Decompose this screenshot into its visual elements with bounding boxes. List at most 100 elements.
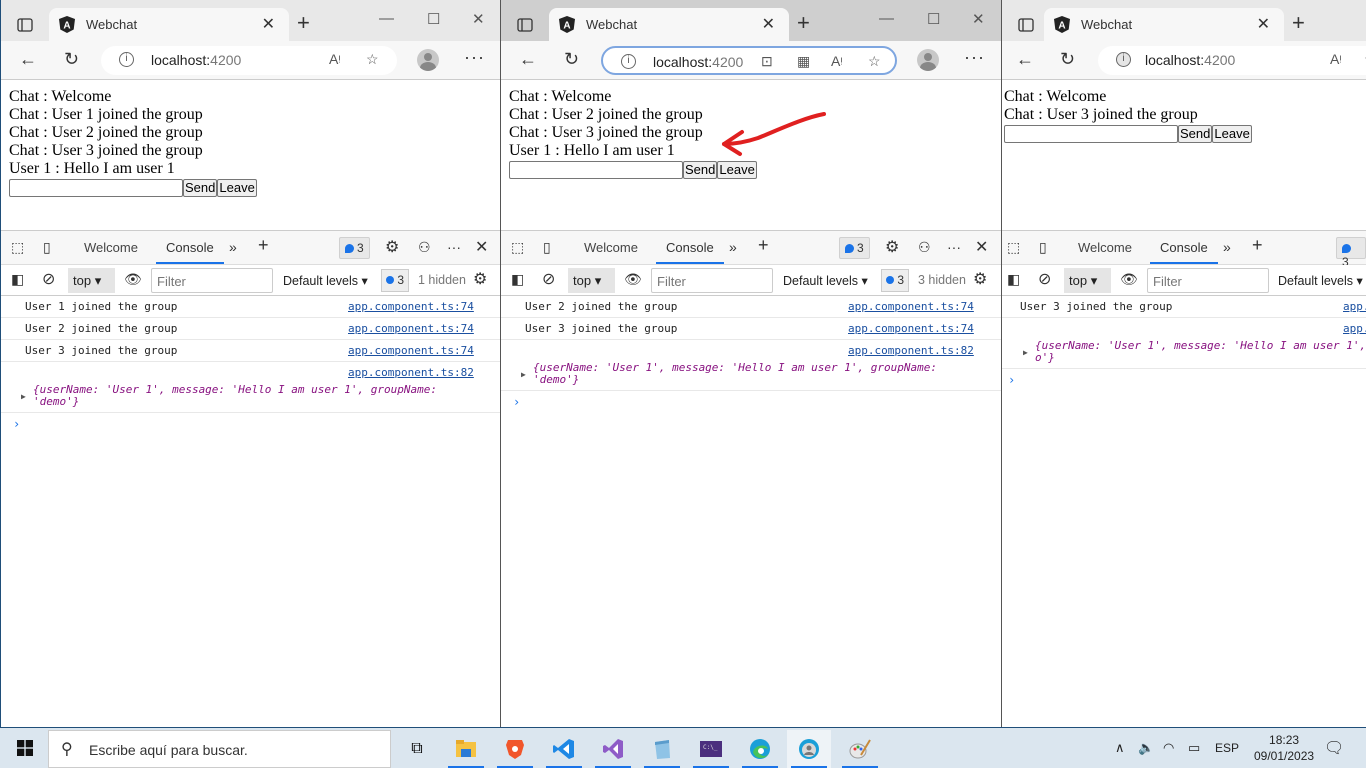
- expand-icon[interactable]: ▶: [1023, 347, 1028, 359]
- device-emulation-icon[interactable]: ▯: [43, 239, 51, 256]
- sidebar-toggle-icon[interactable]: ◧: [511, 271, 524, 288]
- console-prompt[interactable]: ›: [1, 413, 500, 435]
- windows-start-icon[interactable]: [17, 740, 33, 756]
- issues-badge[interactable]: 3: [881, 269, 910, 292]
- close-tab-icon[interactable]: ✕: [762, 14, 775, 34]
- filter-input[interactable]: Filter: [1147, 268, 1269, 293]
- close-devtools-icon[interactable]: ✕: [975, 237, 988, 257]
- add-favorite-icon[interactable]: ☆: [366, 51, 379, 68]
- tab-welcome[interactable]: Welcome: [84, 240, 138, 255]
- live-expression-icon[interactable]: 👁: [124, 271, 142, 288]
- browser-tab[interactable]: A Webchat ✕: [49, 8, 289, 41]
- minimize-icon[interactable]: —: [879, 10, 894, 27]
- source-link[interactable]: app.: [1343, 322, 1366, 335]
- inspect-icon[interactable]: ⬚: [511, 239, 524, 256]
- console-object-message[interactable]: app.component.ts:82 ▶ {userName: 'User 1'…: [501, 340, 1001, 391]
- issues-badge[interactable]: 3: [381, 269, 410, 292]
- notifications-icon[interactable]: 🗨: [1324, 738, 1344, 758]
- edge-profile-icon[interactable]: [787, 730, 831, 768]
- inspect-icon[interactable]: ⬚: [11, 239, 24, 256]
- message-input[interactable]: [9, 178, 183, 197]
- source-link[interactable]: app.component.ts:82: [348, 366, 474, 379]
- send-button[interactable]: Send: [1178, 124, 1213, 143]
- more-options-icon[interactable]: ···: [447, 239, 461, 255]
- more-icon[interactable]: ···: [964, 47, 985, 68]
- qr-code-icon[interactable]: ▦: [797, 53, 810, 70]
- source-link[interactable]: app.component.ts:74: [348, 300, 474, 313]
- address-bar[interactable]: i localhost:4200 A͏ᵎ ☆: [101, 46, 397, 75]
- device-emulation-icon[interactable]: ▯: [1039, 239, 1047, 256]
- live-expression-icon[interactable]: 👁: [624, 271, 642, 288]
- console-settings-icon[interactable]: ⚙: [473, 269, 487, 289]
- profile-avatar[interactable]: [417, 49, 439, 71]
- show-hidden-icons[interactable]: ∧: [1115, 740, 1125, 756]
- app-available-icon[interactable]: ⊡: [761, 53, 773, 70]
- info-icon[interactable]: i: [621, 54, 636, 69]
- message-input[interactable]: [1004, 124, 1178, 143]
- back-icon[interactable]: ←: [1016, 49, 1034, 70]
- browser-tab[interactable]: A Webchat ✕: [549, 8, 789, 41]
- add-tab-icon[interactable]: +: [258, 235, 269, 256]
- tab-actions-icon[interactable]: [513, 13, 537, 37]
- clear-console-icon[interactable]: ⊘: [1038, 269, 1051, 289]
- file-explorer-icon[interactable]: [444, 730, 488, 768]
- console-settings-icon[interactable]: ⚙: [973, 269, 987, 289]
- info-icon[interactable]: i: [1116, 52, 1131, 67]
- more-icon[interactable]: ···: [464, 47, 485, 68]
- maximize-icon[interactable]: ☐: [427, 10, 440, 28]
- settings-icon[interactable]: ⚙: [885, 237, 899, 257]
- refresh-icon[interactable]: ↻: [564, 49, 579, 70]
- language-indicator[interactable]: ESP: [1215, 741, 1239, 755]
- filter-input[interactable]: Filter: [651, 268, 773, 293]
- source-link[interactable]: app.component.ts:74: [348, 344, 474, 357]
- send-button[interactable]: Send: [183, 178, 218, 197]
- info-icon[interactable]: i: [119, 52, 134, 67]
- more-tabs-icon[interactable]: »: [1223, 239, 1231, 255]
- refresh-icon[interactable]: ↻: [1060, 49, 1075, 70]
- more-tabs-icon[interactable]: »: [729, 239, 737, 255]
- read-aloud-icon[interactable]: A͏ᵎ: [1330, 51, 1342, 67]
- new-tab-icon[interactable]: +: [297, 10, 310, 36]
- minimize-icon[interactable]: —: [379, 10, 394, 27]
- settings-icon[interactable]: ⚙: [385, 237, 399, 257]
- tab-welcome[interactable]: Welcome: [584, 240, 638, 255]
- clear-console-icon[interactable]: ⊘: [542, 269, 555, 289]
- issues-badge[interactable]: 3: [839, 237, 870, 259]
- add-tab-icon[interactable]: +: [1252, 235, 1263, 256]
- filter-input[interactable]: Filter: [151, 268, 273, 293]
- paint-icon[interactable]: [838, 730, 882, 768]
- message-input[interactable]: [509, 160, 683, 179]
- back-icon[interactable]: ←: [19, 49, 37, 70]
- task-view-icon[interactable]: ⧉: [395, 730, 439, 768]
- close-window-icon[interactable]: ✕: [972, 10, 985, 28]
- close-tab-icon[interactable]: ✕: [1257, 14, 1270, 34]
- refresh-icon[interactable]: ↻: [64, 49, 79, 70]
- sidebar-toggle-icon[interactable]: ◧: [1007, 271, 1020, 288]
- context-select[interactable]: top ▾: [68, 268, 115, 293]
- new-tab-icon[interactable]: +: [797, 10, 810, 36]
- issues-badge[interactable]: 3: [1336, 237, 1366, 269]
- visual-studio-icon[interactable]: [591, 730, 635, 768]
- tab-welcome[interactable]: Welcome: [1078, 240, 1132, 255]
- taskbar-search[interactable]: ⚲ Escribe aquí para buscar.: [48, 730, 391, 768]
- levels-select[interactable]: Default levels ▾: [283, 273, 368, 288]
- source-link[interactable]: app.component.ts:74: [848, 300, 974, 313]
- back-icon[interactable]: ←: [519, 49, 537, 70]
- expand-icon[interactable]: ▶: [521, 369, 526, 381]
- customize-icon[interactable]: ⚇: [918, 239, 931, 256]
- tab-console[interactable]: Console: [1150, 240, 1218, 264]
- close-tab-icon[interactable]: ✕: [262, 14, 275, 34]
- close-devtools-icon[interactable]: ✕: [475, 237, 488, 257]
- address-bar[interactable]: i localhost:4200 ⊡ ▦ A͏ᵎ ☆: [601, 46, 897, 75]
- edge-icon[interactable]: [738, 730, 782, 768]
- add-favorite-icon[interactable]: ☆: [868, 53, 881, 70]
- address-bar[interactable]: i localhost:4200 A͏ᵎ ☆: [1098, 46, 1366, 75]
- levels-select[interactable]: Default levels ▾: [783, 273, 868, 288]
- customize-icon[interactable]: ⚇: [418, 239, 431, 256]
- source-link[interactable]: app.component.ts:74: [348, 322, 474, 335]
- read-aloud-icon[interactable]: A͏ᵎ: [831, 53, 843, 69]
- sidebar-toggle-icon[interactable]: ◧: [11, 271, 24, 288]
- console-prompt[interactable]: ›: [1002, 369, 1366, 391]
- close-window-icon[interactable]: ✕: [472, 10, 485, 28]
- console-object-message[interactable]: app. ▶{userName: 'User 1', message: 'Hel…: [1002, 318, 1366, 369]
